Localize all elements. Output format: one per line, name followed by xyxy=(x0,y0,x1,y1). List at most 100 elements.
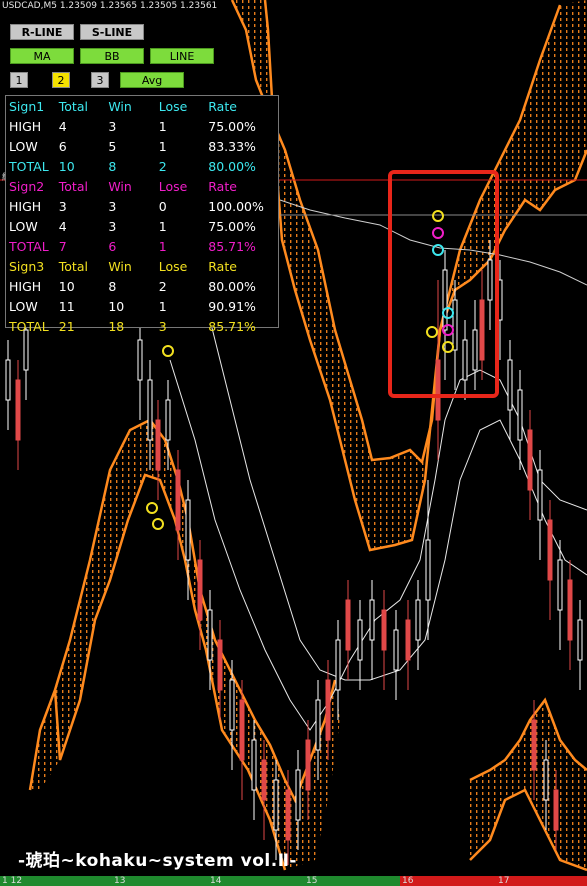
sign2-high-rate: 100.00% xyxy=(208,198,264,214)
bb-button[interactable]: BB xyxy=(80,48,144,64)
sign2-high-lose: 0 xyxy=(158,198,167,214)
sign3-header-row: Sign3 Total Win Lose Rate xyxy=(6,256,278,276)
sign2-total-head: Total xyxy=(58,178,88,194)
sign3-high-rate: 80.00% xyxy=(208,278,256,294)
candle-body xyxy=(415,599,421,641)
sign3-total-label: TOTAL xyxy=(9,318,49,334)
candle-body xyxy=(295,769,301,821)
signal-marker-yellow-3 xyxy=(426,326,438,338)
num1-button[interactable]: 1 xyxy=(10,72,28,88)
candle-body xyxy=(472,329,478,371)
sign1-low-row: LOW 6 5 1 83.33% xyxy=(6,136,278,156)
sign2-low-win: 3 xyxy=(108,218,117,234)
sign3-win-head: Win xyxy=(108,258,132,274)
signal-marker-yellow-4 xyxy=(162,345,174,357)
candle-body xyxy=(239,699,245,761)
sign3-low-win: 10 xyxy=(108,298,125,314)
symbol-info: USDCAD,M5 1.23509 1.23565 1.23505 1.2356… xyxy=(2,1,218,11)
candle-body xyxy=(537,469,543,521)
candle-body xyxy=(175,469,181,531)
signal-marker-yellow xyxy=(432,210,444,222)
candle-body xyxy=(567,579,573,641)
sign2-high-total: 3 xyxy=(58,198,67,214)
signal-marker-yellow-5 xyxy=(146,502,158,514)
candle-body xyxy=(425,539,431,601)
sign3-high-lose: 2 xyxy=(158,278,167,294)
sign2-total-win: 6 xyxy=(108,238,117,254)
sign1-total-row: TOTAL 10 8 2 80.00% xyxy=(6,156,278,176)
date-axis-red-bar xyxy=(400,876,587,886)
lower-band-fill-left xyxy=(30,420,340,870)
candle-body xyxy=(137,339,143,381)
sign3-high-total: 10 xyxy=(58,278,75,294)
sign1-rate-head: Rate xyxy=(208,98,237,114)
sign3-total-rate: 85.71% xyxy=(208,318,256,334)
num2-button[interactable]: 2 xyxy=(52,72,70,88)
candle-body xyxy=(285,789,291,841)
sign2-total-label: TOTAL xyxy=(9,238,49,254)
candle-body xyxy=(357,619,363,661)
candle-body xyxy=(273,779,279,831)
date-axis: 1 12 13 14 15 16 17 xyxy=(0,876,587,886)
sign1-header-row: Sign1 Total Win Lose Rate xyxy=(6,96,278,116)
stats-table: Sign1 Total Win Lose Rate HIGH 4 3 1 75.… xyxy=(6,96,278,336)
s-line-button[interactable]: S-LINE xyxy=(80,24,144,40)
sign1-low-label: LOW xyxy=(9,138,38,154)
sign1-total-head: Total xyxy=(58,98,88,114)
candle-body xyxy=(442,269,448,331)
num3-button[interactable]: 3 xyxy=(91,72,109,88)
candle-body xyxy=(261,759,267,801)
sign3-total-win: 18 xyxy=(108,318,125,334)
sign2-win-head: Win xyxy=(108,178,132,194)
sign3-total-lose: 3 xyxy=(158,318,167,334)
sign1-lose-head: Lose xyxy=(158,98,188,114)
sign1-high-label: HIGH xyxy=(9,118,42,134)
candle-body xyxy=(479,299,485,361)
date-label-13: 13 xyxy=(114,876,126,886)
line-button[interactable]: LINE xyxy=(150,48,214,64)
candle-body xyxy=(147,379,153,441)
sign2-low-lose: 1 xyxy=(158,218,167,234)
candle-body xyxy=(325,679,331,741)
sign2-high-row: HIGH 3 3 0 100.00% xyxy=(6,196,278,216)
sign3-total-head: Total xyxy=(58,258,88,274)
sign1-high-lose: 1 xyxy=(158,118,167,134)
sign1-total-lose: 2 xyxy=(158,158,167,174)
sign2-total-rate: 85.71% xyxy=(208,238,256,254)
signal-marker-cyan xyxy=(432,244,444,256)
candle-body xyxy=(435,359,441,421)
r-line-button[interactable]: R-LINE xyxy=(10,24,74,40)
sign2-high-label: HIGH xyxy=(9,198,42,214)
sign1-total-win: 8 xyxy=(108,158,117,174)
sign3-lose-head: Lose xyxy=(158,258,188,274)
sign2-label: Sign2 xyxy=(9,178,45,194)
sign1-win-head: Win xyxy=(108,98,132,114)
avg-button[interactable]: Avg xyxy=(120,72,184,88)
sign2-low-row: LOW 4 3 1 75.00% xyxy=(6,216,278,236)
candle-body xyxy=(217,639,223,691)
candle-body xyxy=(23,329,29,371)
sign2-total-row: TOTAL 7 6 1 85.71% xyxy=(6,236,278,256)
candle-body xyxy=(405,619,411,661)
sign1-high-row: HIGH 4 3 1 75.00% xyxy=(6,116,278,136)
ma-button[interactable]: MA xyxy=(10,48,74,64)
candle-body xyxy=(547,519,553,581)
sign3-low-total: 11 xyxy=(58,298,75,314)
candle-body xyxy=(5,359,11,401)
candle-body xyxy=(543,759,549,801)
candle-body xyxy=(335,639,341,691)
sign3-rate-head: Rate xyxy=(208,258,237,274)
candle-body xyxy=(369,599,375,641)
sign2-total-lose: 1 xyxy=(158,238,167,254)
candle-body xyxy=(531,719,537,771)
candle-body xyxy=(315,699,321,751)
date-label-12: 1 12 xyxy=(2,876,23,886)
candle-body xyxy=(381,609,387,651)
sign2-total-total: 7 xyxy=(58,238,67,254)
candle-body xyxy=(155,419,161,471)
sign2-lose-head: Lose xyxy=(158,178,188,194)
candle-body xyxy=(197,559,203,621)
candle-body xyxy=(507,359,513,411)
sign2-high-win: 3 xyxy=(108,198,117,214)
sign1-total-label: TOTAL xyxy=(9,158,49,174)
